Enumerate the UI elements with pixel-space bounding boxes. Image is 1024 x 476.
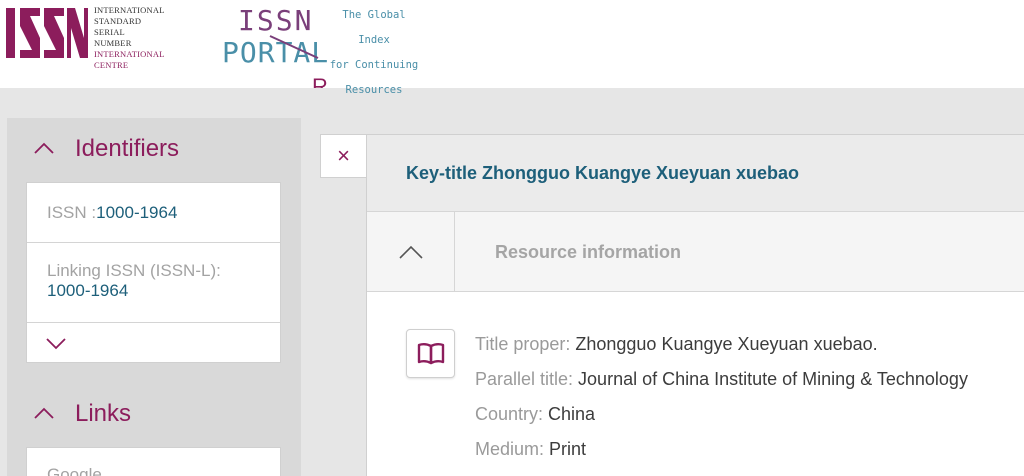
links-box: Google bbox=[26, 447, 281, 476]
portal-word-top: ISSN bbox=[238, 4, 313, 37]
chevron-down-icon bbox=[46, 337, 66, 349]
issn-logo-accent-line: INTERNATIONAL CENTRE bbox=[94, 49, 165, 70]
linking-issn-row: Linking ISSN (ISSN-L): 1000-1964 bbox=[27, 243, 280, 323]
links-section-toggle[interactable]: Links bbox=[7, 384, 301, 444]
chevron-up-icon bbox=[398, 245, 423, 259]
obscured-heading-fragment: R bbox=[312, 76, 328, 88]
close-icon: × bbox=[337, 143, 350, 168]
identifiers-expand-button[interactable] bbox=[27, 323, 280, 362]
portal-wordmark: ISSN PORTAL bbox=[222, 4, 329, 68]
country-field: Country: China bbox=[475, 397, 968, 432]
record-panel: Key-title Zhongguo Kuangye Xueyuan xueba… bbox=[366, 134, 1024, 476]
resource-information-header: Resource information bbox=[367, 212, 1024, 292]
identifiers-box: ISSN :1000-1964 Linking ISSN (ISSN-L): 1… bbox=[26, 182, 281, 363]
issn-mark-icon bbox=[6, 8, 88, 58]
field-label: Title proper: bbox=[475, 334, 576, 354]
portal-tagline-line: Resources bbox=[345, 84, 403, 96]
field-value: Zhongguo Kuangye Xueyuan xuebao. bbox=[575, 334, 878, 354]
field-value: Journal of China Institute of Mining & T… bbox=[578, 369, 968, 389]
issn-logo-line: INTERNATIONAL bbox=[94, 5, 165, 15]
resource-fields: Title proper: Zhongguo Kuangye Xueyuan x… bbox=[475, 327, 968, 467]
portal-tagline: The Global Index for Continuing Resource… bbox=[326, 3, 422, 103]
close-record-button[interactable]: × bbox=[320, 134, 367, 178]
field-label: Medium: bbox=[475, 439, 550, 459]
issn-logo[interactable]: INTERNATIONAL STANDARD SERIAL NUMBER INT… bbox=[4, 4, 194, 70]
field-value: China bbox=[548, 404, 596, 424]
chevron-up-icon bbox=[34, 142, 54, 154]
portal-word-bottom: PORTAL bbox=[222, 36, 329, 68]
issn-logo-line: SERIAL bbox=[94, 27, 125, 37]
title-proper-field: Title proper: Zhongguo Kuangye Xueyuan x… bbox=[475, 327, 968, 362]
field-value: Print bbox=[549, 439, 587, 459]
issn-logo-text: INTERNATIONAL STANDARD SERIAL NUMBER INT… bbox=[94, 5, 194, 71]
chevron-up-icon bbox=[34, 407, 54, 419]
portal-tagline-line: for Continuing bbox=[329, 59, 419, 71]
key-title-bar: Key-title Zhongguo Kuangye Xueyuan xueba… bbox=[367, 134, 1024, 212]
book-icon bbox=[417, 342, 444, 364]
issn-row: ISSN :1000-1964 bbox=[27, 183, 280, 243]
google-link[interactable]: Google bbox=[27, 448, 280, 476]
issn-logo-line: STANDARD bbox=[94, 16, 142, 26]
site-header: INTERNATIONAL STANDARD SERIAL NUMBER INT… bbox=[0, 0, 1024, 96]
issn-label: ISSN : bbox=[47, 202, 97, 222]
parallel-title-field: Parallel title: Journal of China Institu… bbox=[475, 362, 968, 397]
field-label: Parallel title: bbox=[475, 369, 579, 389]
book-icon-button[interactable] bbox=[406, 329, 455, 378]
resource-information-toggle[interactable] bbox=[367, 212, 455, 292]
issn-portal-logo[interactable]: ISSN PORTAL The Global Index for Continu… bbox=[222, 2, 422, 96]
issn-logo-line: NUMBER bbox=[94, 38, 132, 48]
key-title: Key-title Zhongguo Kuangye Xueyuan xueba… bbox=[406, 162, 800, 183]
identifiers-title: Identifiers bbox=[75, 135, 180, 162]
linking-issn-label: Linking ISSN (ISSN-L): bbox=[47, 261, 221, 280]
sidebar: Identifiers ISSN :1000-1964 Linking ISSN… bbox=[7, 118, 301, 476]
linking-issn-value[interactable]: 1000-1964 bbox=[47, 281, 260, 301]
resource-information-title: Resource information bbox=[495, 241, 682, 262]
portal-tagline-line: The Global Index bbox=[342, 9, 406, 46]
identifiers-section-toggle[interactable]: Identifiers bbox=[7, 119, 301, 179]
issn-value[interactable]: 1000-1964 bbox=[96, 203, 177, 223]
medium-field: Medium: Print bbox=[475, 432, 968, 467]
links-title: Links bbox=[75, 400, 132, 427]
field-label: Country: bbox=[475, 404, 549, 424]
